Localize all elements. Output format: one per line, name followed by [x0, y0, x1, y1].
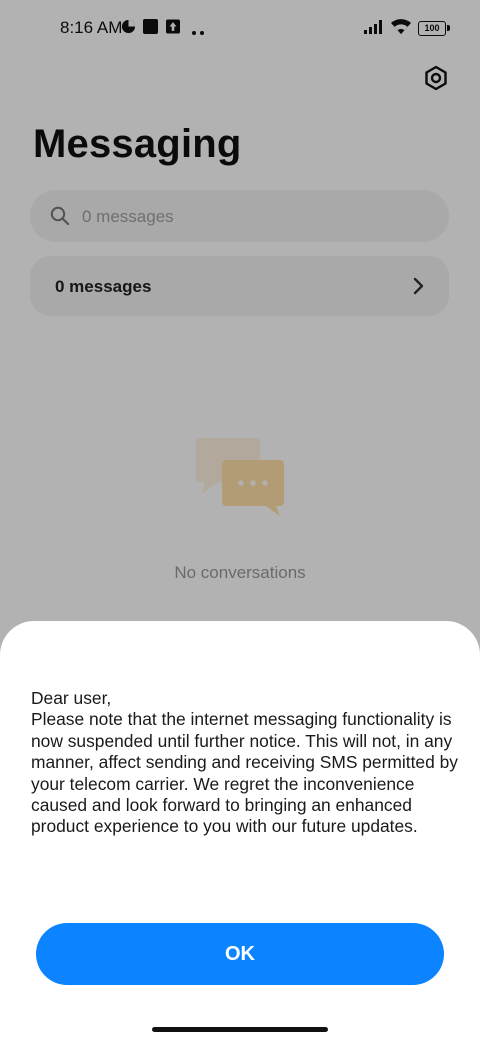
dialog-body: Please note that the internet messaging …: [31, 709, 458, 837]
dialog-greeting: Dear user,: [31, 688, 112, 708]
notice-dialog: Dear user, Please note that the internet…: [0, 621, 480, 1040]
dialog-message: Dear user, Please note that the internet…: [31, 688, 471, 838]
home-indicator[interactable]: [152, 1027, 328, 1032]
ok-button[interactable]: OK: [36, 923, 444, 985]
